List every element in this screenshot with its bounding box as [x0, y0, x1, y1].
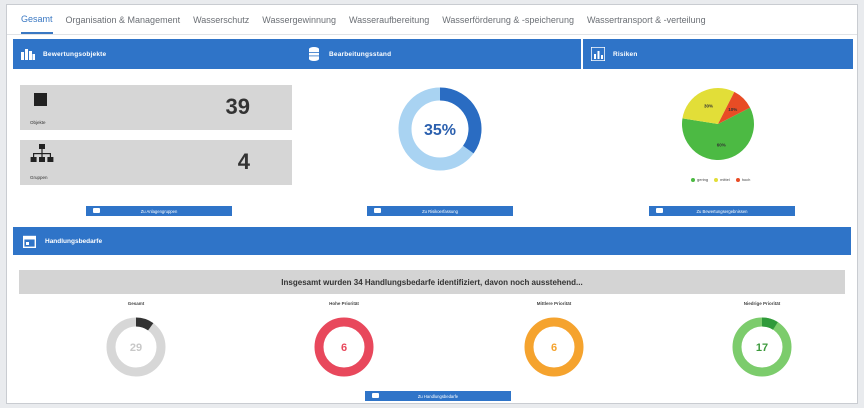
to-handlung-button-label: Zu Handlungsbedarfe [417, 393, 459, 399]
risks-panel-header: Risiken [583, 39, 853, 69]
tab-wassertransport[interactable]: Wassertransport & -verteilung [587, 5, 706, 35]
to-results-button[interactable]: Zu Bewertungsergebnissen [649, 206, 795, 216]
buildings-icon [19, 45, 37, 63]
donut-high-chart: 6 [314, 317, 374, 377]
tab-gesamt[interactable]: Gesamt [21, 6, 53, 34]
legend-hoch: hoch [735, 177, 750, 182]
progress-panel-header: Bearbeitungsstand [299, 39, 581, 69]
donut-total-label: Gesamt [127, 301, 145, 306]
donut-fill [135, 317, 154, 331]
donut-high: Hohe Priorität 6 [299, 301, 389, 386]
groups-stat-value: 4 [237, 149, 250, 174]
to-risk-capture-button[interactable]: Zu Risikoerfassung [367, 206, 513, 216]
donut-medium: Mittlere Priorität 6 [509, 301, 599, 386]
dashboard-frame: Gesamt Organisation & Management Wassers… [6, 4, 858, 404]
donut-low-chart: 17 [732, 317, 792, 377]
donut-medium-chart: 6 [524, 317, 584, 377]
donut-total-chart: 29 [106, 317, 166, 377]
progress-panel-title: Bearbeitungsstand [329, 50, 392, 58]
handlung-header: Handlungsbedarfe [13, 227, 851, 255]
risk-legend: gering mittel hoch [691, 177, 750, 182]
donut-high-label: Hohe Priorität [329, 301, 359, 306]
to-handlung-button[interactable]: Zu Handlungsbedarfe [365, 391, 511, 401]
objects-stat: Objekte 39 [20, 85, 292, 130]
square-icon [34, 93, 47, 111]
database-icon [305, 45, 323, 63]
tab-bar: Gesamt Organisation & Management Wassers… [7, 5, 857, 35]
legend-mittel: mittel [714, 177, 730, 182]
tab-wasserfoerderung[interactable]: Wasserförderung & -speicherung [442, 5, 574, 35]
pie-label-gering: 60% [717, 143, 726, 148]
pie-label-mittel: 30% [704, 103, 713, 108]
handlung-title: Handlungsbedarfe [45, 237, 103, 245]
tab-organisation[interactable]: Organisation & Management [66, 5, 181, 35]
objects-panel-header: Bewertungsobjekte [13, 39, 299, 69]
to-groups-button[interactable]: Zu Anlagengruppen [86, 206, 232, 216]
folder-icon [372, 393, 379, 398]
folder-icon [93, 208, 100, 213]
donut-value: 6 [341, 342, 347, 354]
donut-fill [761, 317, 778, 330]
hierarchy-icon [30, 144, 54, 171]
calendar-icon [21, 233, 37, 249]
objects-stat-value: 39 [225, 94, 250, 119]
objects-panel-title: Bewertungsobjekte [43, 50, 107, 58]
to-results-button-label: Zu Bewertungsergebnissen [696, 208, 748, 214]
groups-stat-label: Gruppen [30, 175, 48, 180]
donut-medium-label: Mittlere Priorität [536, 301, 572, 306]
donut-value: 29 [130, 342, 142, 354]
progress-percent-label: 35% [424, 122, 456, 139]
donut-low: Niedrige Priorität 17 [717, 301, 807, 386]
folder-icon [656, 208, 663, 213]
donut-low-label: Niedrige Priorität [743, 301, 781, 306]
donut-value: 17 [756, 342, 768, 354]
groups-stat: Gruppen 4 [20, 140, 292, 185]
donut-total: Gesamt 29 [91, 301, 181, 386]
donut-value: 6 [551, 342, 557, 354]
pie-label-hoch: 10% [728, 107, 737, 112]
tab-wasseraufbereitung[interactable]: Wasseraufbereitung [349, 5, 429, 35]
objects-panel: Bewertungsobjekte Objekte 39 Gruppen 4 Z… [13, 39, 299, 219]
risk-pie-chart: 60% 30% 10% [682, 88, 754, 160]
risks-panel-title: Risiken [613, 50, 638, 58]
chart-icon [589, 45, 607, 63]
handlung-summary: Insgesamt wurden 34 Handlungsbedarfe ide… [19, 270, 845, 294]
tab-wasserschutz[interactable]: Wasserschutz [193, 5, 249, 35]
progress-donut: 35% [398, 87, 482, 171]
to-groups-button-label: Zu Anlagengruppen [140, 208, 178, 214]
to-risk-capture-button-label: Zu Risikoerfassung [422, 208, 458, 214]
legend-gering: gering [691, 177, 708, 182]
folder-icon [374, 208, 381, 213]
risks-panel: Risiken 60% 30% 10% gering mittel hoch Zu … [583, 39, 853, 219]
progress-panel: Bearbeitungsstand 35% Zu Risikoerfassung [299, 39, 581, 219]
objects-stat-label: Objekte [30, 120, 46, 125]
tab-wassergewinnung[interactable]: Wassergewinnung [262, 5, 336, 35]
